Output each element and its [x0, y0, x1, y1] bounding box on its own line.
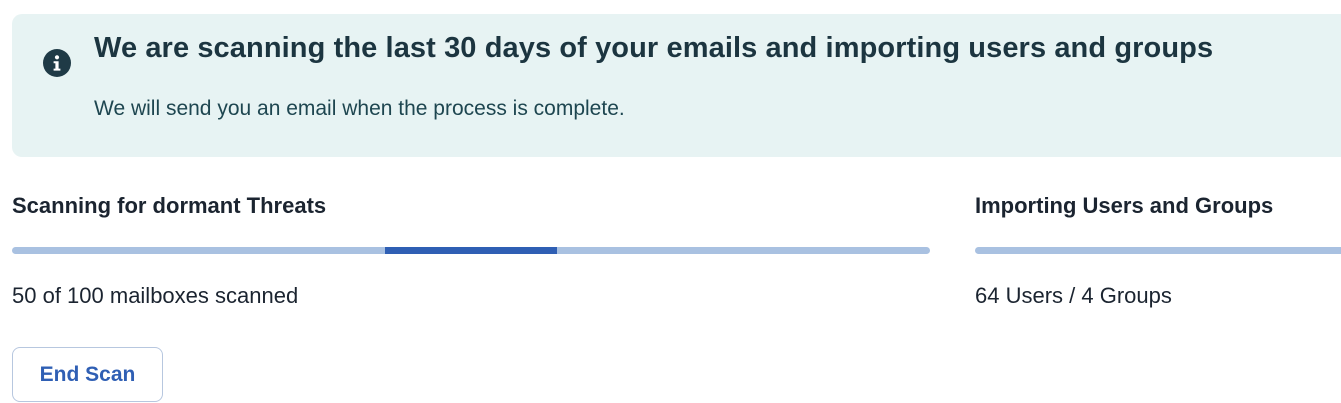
import-progress-bar [975, 247, 1341, 254]
scan-progress-indicator [385, 247, 557, 254]
scan-section-title: Scanning for dormant Threats [12, 193, 327, 218]
banner-subtitle: We will send you an email when the proce… [94, 97, 625, 120]
info-icon [43, 49, 71, 77]
end-scan-button[interactable]: End Scan [12, 347, 163, 402]
banner-title: We are scanning the last 30 days of your… [94, 32, 1214, 64]
import-progress-text: 64 Users / 4 Groups [975, 283, 1172, 308]
import-section-title: Importing Users and Groups [975, 193, 1274, 218]
scan-progress-bar [12, 247, 930, 254]
scan-progress-text: 50 of 100 mailboxes scanned [12, 283, 299, 308]
